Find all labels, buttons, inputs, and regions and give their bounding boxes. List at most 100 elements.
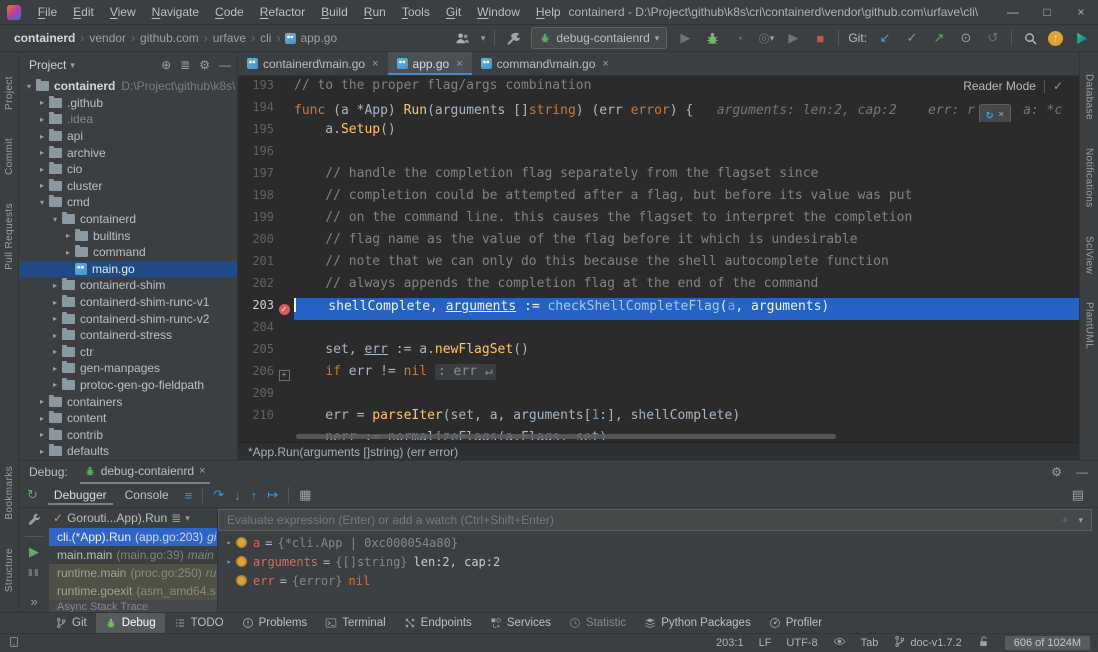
code-text[interactable]: set, err := a.newFlagSet(): [294, 342, 1079, 364]
variable-row[interactable]: ▸arguments={[]string}len:2, cap:2: [218, 552, 1098, 571]
gutter-icon-slot[interactable]: [274, 210, 294, 232]
tree-item-ctr[interactable]: ▸ctr: [19, 344, 237, 361]
tab-close-icon[interactable]: ×: [602, 58, 608, 70]
code-text[interactable]: if err != nil : err ↵: [294, 364, 1079, 386]
git-push-icon[interactable]: ↗: [930, 29, 948, 47]
caret-position[interactable]: 203:1: [716, 637, 744, 649]
gutter-icon-slot[interactable]: [274, 144, 294, 166]
gutter-icon-slot[interactable]: [274, 100, 294, 122]
git-commit-icon[interactable]: ✓: [903, 29, 921, 47]
view-breakpoints-icon[interactable]: ▦: [299, 487, 311, 503]
toolwindow-problems[interactable]: Problems: [233, 613, 317, 633]
breadcrumb-item[interactable]: containerd: [14, 31, 75, 45]
gutter-icon-slot[interactable]: [274, 386, 294, 408]
tree-chevron-icon[interactable]: ▸: [49, 347, 61, 356]
code-text[interactable]: [294, 144, 1079, 166]
code-text[interactable]: shellComplete, arguments := checkShellCo…: [294, 298, 1079, 320]
breakpoint-icon[interactable]: ✓: [279, 304, 290, 315]
tree-chevron-icon[interactable]: ▸: [36, 98, 48, 107]
code-text[interactable]: // on the command line. this causes the …: [294, 210, 1079, 232]
code-with-me-icon[interactable]: [1072, 29, 1090, 47]
profiler-button[interactable]: ◔: [730, 29, 748, 47]
code-line[interactable]: 210 err = parseIter(set, a, arguments[1:…: [238, 408, 1079, 430]
code-line[interactable]: 197 // handle the completion flag separa…: [238, 166, 1079, 188]
tree-chevron-icon[interactable]: ▸: [49, 281, 61, 290]
tree-item-main.go[interactable]: main.go: [19, 261, 237, 278]
locate-file-icon[interactable]: ⊕: [161, 58, 171, 72]
line-number[interactable]: 194: [238, 100, 274, 122]
tree-chevron-icon[interactable]: ▾: [49, 215, 61, 224]
code-text[interactable]: err = parseIter(set, a, arguments[1:], s…: [294, 408, 1079, 430]
debugger-value-popup[interactable]: ↻×: [979, 104, 1011, 122]
variable-expand-icon[interactable]: ▸: [222, 557, 236, 566]
frame-row[interactable]: cli.(*App).Run(app.go:203)gith: [49, 528, 217, 546]
gutter-icon-slot[interactable]: [274, 408, 294, 430]
stripe-item-bookmarks[interactable]: Bookmarks: [4, 466, 15, 520]
gutter-icon-slot[interactable]: ✓: [274, 298, 294, 320]
breadcrumb-item[interactable]: urfave: [213, 31, 246, 45]
tree-chevron-icon[interactable]: ▸: [49, 364, 61, 373]
tree-chevron-icon[interactable]: ▾: [23, 82, 35, 91]
gutter-icon-slot[interactable]: [274, 254, 294, 276]
tree-item-content[interactable]: ▸content: [19, 410, 237, 427]
breadcrumb-item[interactable]: app.go: [300, 31, 337, 45]
hide-panel-icon[interactable]: —: [219, 58, 231, 72]
code-text[interactable]: [294, 386, 1079, 408]
menu-build[interactable]: Build: [313, 5, 356, 19]
evaluate-chevron-icon[interactable]: ▾: [1078, 515, 1083, 526]
code-line[interactable]: 196: [238, 144, 1079, 166]
line-number[interactable]: 199: [238, 210, 274, 232]
menu-refactor[interactable]: Refactor: [252, 5, 313, 19]
code-line[interactable]: 202 // always appends the completion fla…: [238, 276, 1079, 298]
debug-settings-gear-icon[interactable]: ⚙: [1051, 465, 1062, 479]
line-number[interactable]: 198: [238, 188, 274, 210]
code-text[interactable]: // always appends the completion flag at…: [294, 276, 1079, 298]
gutter-icon-slot[interactable]: [274, 166, 294, 188]
tree-chevron-icon[interactable]: ▾: [36, 198, 48, 207]
refresh-icon[interactable]: ↻: [986, 107, 993, 121]
gutter-icon-slot[interactable]: [274, 122, 294, 144]
horizontal-scrollbar[interactable]: [296, 434, 836, 439]
line-number[interactable]: [238, 430, 274, 440]
code-line[interactable]: 194func (a *App) Run(arguments []string)…: [238, 100, 1079, 122]
tree-item-command[interactable]: ▸command: [19, 244, 237, 261]
menu-tools[interactable]: Tools: [394, 5, 438, 19]
layout-settings-icon[interactable]: ▤: [1072, 487, 1084, 503]
tree-chevron-icon[interactable]: ▸: [49, 314, 61, 323]
rerun-debug-icon[interactable]: ↻: [27, 487, 38, 503]
tab-close-icon[interactable]: ×: [372, 58, 378, 70]
code-line[interactable]: 205 set, err := a.newFlagSet(): [238, 342, 1079, 364]
toolwindow-profiler[interactable]: Profiler: [760, 613, 831, 633]
breadcrumb-item[interactable]: cli: [260, 31, 271, 45]
stripe-item-notifications[interactable]: Notifications: [1084, 148, 1095, 208]
expand-all-icon[interactable]: ≣: [180, 58, 190, 72]
rerun-button[interactable]: ▶: [784, 29, 802, 47]
more-actions-icon[interactable]: »: [30, 594, 37, 609]
tree-chevron-icon[interactable]: ▸: [62, 231, 74, 240]
minimize-button[interactable]: —: [996, 5, 1030, 19]
tab-close-icon[interactable]: ×: [456, 58, 462, 70]
line-number[interactable]: 197: [238, 166, 274, 188]
code-line[interactable]: 199 // on the command line. this causes …: [238, 210, 1079, 232]
tree-item-containerd-shim[interactable]: ▸containerd-shim: [19, 277, 237, 294]
toolwindow-statistic[interactable]: Statistic: [560, 613, 635, 633]
code-text[interactable]: // note that we can only do this because…: [294, 254, 1079, 276]
breadcrumb-item[interactable]: github.com: [140, 31, 199, 45]
tree-item-contrib[interactable]: ▸contrib: [19, 426, 237, 443]
stripe-item-plantuml[interactable]: PlantUML: [1084, 302, 1095, 349]
tree-chevron-icon[interactable]: ▸: [36, 414, 48, 423]
tree-item-api[interactable]: ▸api: [19, 128, 237, 145]
tree-item-cio[interactable]: ▸cio: [19, 161, 237, 178]
coverage-button[interactable]: ◎▾: [757, 29, 775, 47]
code-text[interactable]: // flag name as the value of the flag be…: [294, 232, 1079, 254]
line-number[interactable]: 201: [238, 254, 274, 276]
toolwindow-terminal[interactable]: Terminal: [316, 613, 394, 633]
debug-session-tab[interactable]: debug-contaienrd ×: [80, 460, 210, 484]
stripe-item-sciview[interactable]: SciView: [1084, 236, 1095, 274]
menu-help[interactable]: Help: [528, 5, 569, 19]
rollback-icon[interactable]: ↺: [984, 29, 1002, 47]
step-out-icon[interactable]: ↑: [251, 488, 258, 503]
reader-mode-eye-icon[interactable]: [833, 635, 846, 651]
project-chevron-down-icon[interactable]: ▾: [70, 60, 75, 71]
thread-selector[interactable]: ✓ Gorouti...App).Run ≣ ▾: [49, 508, 217, 528]
